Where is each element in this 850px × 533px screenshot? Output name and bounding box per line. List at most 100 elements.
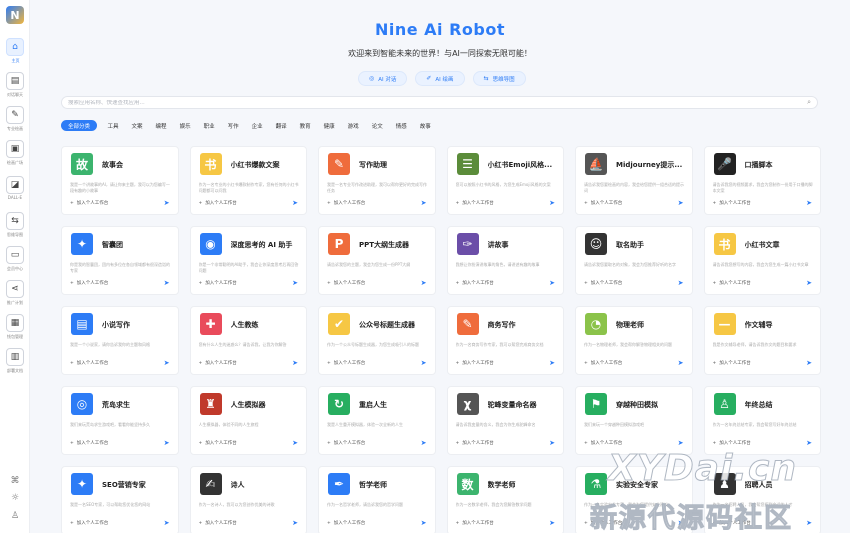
send-icon[interactable]: ➤: [806, 199, 812, 207]
sidebar-item-1[interactable]: ▤ 对话聊天: [0, 72, 30, 98]
add-to-workspace-button[interactable]: + 加入个人工作台: [456, 360, 494, 367]
add-to-workspace-button[interactable]: + 加入个人工作台: [327, 200, 365, 207]
app-card[interactable]: ◉ 深度思考的 AI 助手 你是一个非常聪明的AI助手，我会让你深度思考后再回答问题…: [189, 226, 307, 295]
send-icon[interactable]: ➤: [806, 519, 812, 527]
add-to-workspace-button[interactable]: + 加入个人工作台: [70, 520, 108, 527]
add-to-workspace-button[interactable]: + 加入个人工作台: [456, 520, 494, 527]
send-icon[interactable]: ➤: [549, 359, 555, 367]
add-to-workspace-button[interactable]: + 加入个人工作台: [327, 360, 365, 367]
app-card[interactable]: ◔ 物理老师 作为一名物理老师，我会帮你解答物理相关的问题 + 加入个人工作台 ➤: [575, 306, 693, 375]
app-card[interactable]: ♜ 人生模拟器 人生模拟器，体验不同的人生旅程 + 加入个人工作台 ➤: [189, 386, 307, 455]
add-to-workspace-button[interactable]: + 加入个人工作台: [199, 440, 237, 447]
category-tab[interactable]: 情感: [389, 120, 413, 131]
add-to-workspace-button[interactable]: + 加入个人工作台: [70, 280, 108, 287]
app-card[interactable]: ☰ 小红书Emoji风格... 您可以按照小红书的风格，为您生成Emoji风格的文案…: [446, 146, 564, 215]
add-to-workspace-button[interactable]: + 加入个人工作台: [584, 280, 622, 287]
send-icon[interactable]: ➤: [421, 199, 427, 207]
app-card[interactable]: ✒ 哲学老师 作为一名哲学老师，请告诉我您的哲学问题 + 加入个人工作台 ➤: [318, 466, 436, 533]
ai-chat-button[interactable]: ◎ AI 对话: [358, 71, 408, 86]
app-card[interactable]: — 作文辅导 我是作文辅导老师，请告诉我作文的题目和要求 + 加入个人工作台 ➤: [703, 306, 821, 375]
add-to-workspace-button[interactable]: + 加入个人工作台: [713, 440, 751, 447]
send-icon[interactable]: ➤: [678, 199, 684, 207]
sidebar-item-4[interactable]: ◪ DALL-E: [0, 176, 30, 201]
send-icon[interactable]: ➤: [421, 359, 427, 367]
send-icon[interactable]: ➤: [806, 359, 812, 367]
app-card[interactable]: 数数学老师 作为一名数学老师，我会为您解答数学问题 + 加入个人工作台 ➤: [446, 466, 564, 533]
app-card[interactable]: ⚑ 穿越种田模拟 我们来玩一个穿越种田模拟游戏吧 + 加入个人工作台 ➤: [575, 386, 693, 455]
add-to-workspace-button[interactable]: + 加入个人工作台: [713, 280, 751, 287]
app-card[interactable]: 书小红书文章 请告诉我您想写的内容，我会为您生成一篇小红书文章 + 加入个人工作台 ➤: [703, 226, 821, 295]
category-tab[interactable]: 论文: [365, 120, 389, 131]
gift-icon[interactable]: ⌘: [9, 475, 21, 487]
add-to-workspace-button[interactable]: + 加入个人工作台: [199, 360, 237, 367]
add-to-workspace-button[interactable]: + 加入个人工作台: [327, 280, 365, 287]
sidebar-item-5[interactable]: ⇆ 思维导图: [0, 212, 30, 238]
app-card[interactable]: ◎ 荒岛求生 我们来玩荒岛求生游戏吧，看看你能坚持多久 + 加入个人工作台 ➤: [61, 386, 179, 455]
settings-icon[interactable]: ☼: [9, 492, 21, 504]
app-card[interactable]: 故 故事会 我是一个讲故事的AI，请让你来主题，我可以为您编写一段有趣的小故事 + 加入…: [61, 146, 179, 215]
sidebar-item-2[interactable]: ✎ 专业绘画: [0, 106, 30, 132]
category-tab[interactable]: 教育: [293, 120, 317, 131]
app-card[interactable]: 🎤 口播脚本 请告诉我您的视频要求，我会为您制作一份用于口播的脚本文案 + 加入个人工作…: [703, 146, 821, 215]
send-icon[interactable]: ➤: [292, 199, 298, 207]
app-card[interactable]: ✔ 公众号标题生成器 作为一个公众号标题生成器，为您生成吸引人的标题 + 加入个人工作台…: [318, 306, 436, 375]
sidebar-item-3[interactable]: ▣ 绘画广场: [0, 140, 30, 166]
category-tab[interactable]: 健康: [317, 120, 341, 131]
app-card[interactable]: ✦ SEO营销专家 我是一名SEO专家，可以帮助您优化您的网站 + 加入个人工作台 ➤: [61, 466, 179, 533]
send-icon[interactable]: ➤: [806, 439, 812, 447]
app-card[interactable]: ⛵ Midjourney提示... 请告诉我您要绘画的内容，我会给您提供一组合适的提…: [575, 146, 693, 215]
send-icon[interactable]: ➤: [292, 519, 298, 527]
send-icon[interactable]: ➤: [806, 279, 812, 287]
sidebar-item-6[interactable]: ▭ 会员中心: [0, 246, 30, 272]
search-icon[interactable]: ⌕: [807, 98, 811, 107]
app-card[interactable]: χ 驼峰变量命名器 请告诉我变量的含义，我会为你生成驼峰命名 + 加入个人工作台 ➤: [446, 386, 564, 455]
category-tab[interactable]: 工具: [101, 120, 125, 131]
sidebar-item-9[interactable]: ▥ 部署文档: [0, 348, 30, 374]
send-icon[interactable]: ➤: [164, 279, 170, 287]
send-icon[interactable]: ➤: [164, 199, 170, 207]
send-icon[interactable]: ➤: [292, 359, 298, 367]
send-icon[interactable]: ➤: [164, 359, 170, 367]
app-card[interactable]: P PPT大纲生成器 请告诉我您的主题，我会为您生成一份PPT大纲 + 加入个人工作台 ➤: [318, 226, 436, 295]
add-to-workspace-button[interactable]: + 加入个人工作台: [584, 440, 622, 447]
add-to-workspace-button[interactable]: + 加入个人工作台: [327, 520, 365, 527]
add-to-workspace-button[interactable]: + 加入个人工作台: [456, 200, 494, 207]
category-tab[interactable]: 企业: [245, 120, 269, 131]
send-icon[interactable]: ➤: [549, 519, 555, 527]
app-card[interactable]: ✎ 商务写作 作为一名商务写作专家，我可以帮您完成商务文档 + 加入个人工作台 ➤: [446, 306, 564, 375]
add-to-workspace-button[interactable]: + 加入个人工作台: [584, 200, 622, 207]
category-tab[interactable]: 全部分类: [61, 120, 98, 131]
send-icon[interactable]: ➤: [292, 439, 298, 447]
ai-draw-button[interactable]: ✐ AI 绘画: [415, 71, 465, 86]
app-card[interactable]: ✑ 讲故事 我想让你扮演讲故事的角色，请讲述有趣的故事 + 加入个人工作台 ➤: [446, 226, 564, 295]
send-icon[interactable]: ➤: [421, 519, 427, 527]
app-card[interactable]: ☺ 取名助手 请告诉我您要取名的对象，我会为您推荐好听的名字 + 加入个人工作台 ➤: [575, 226, 693, 295]
search-input[interactable]: [68, 99, 808, 106]
category-tab[interactable]: 职业: [197, 120, 221, 131]
app-card[interactable]: ✚ 人生教练 您有什么人生的迷惑么？请告诉我，让我为你解答 + 加入个人工作台 ➤: [189, 306, 307, 375]
add-to-workspace-button[interactable]: + 加入个人工作台: [327, 440, 365, 447]
add-to-workspace-button[interactable]: + 加入个人工作台: [70, 360, 108, 367]
add-to-workspace-button[interactable]: + 加入个人工作台: [713, 200, 751, 207]
send-icon[interactable]: ➤: [421, 439, 427, 447]
category-tab[interactable]: 翻译: [269, 120, 293, 131]
add-to-workspace-button[interactable]: + 加入个人工作台: [713, 360, 751, 367]
app-card[interactable]: ↻ 重启人生 我是人生重开模拟器，体验一次全新的人生 + 加入个人工作台 ➤: [318, 386, 436, 455]
send-icon[interactable]: ➤: [678, 359, 684, 367]
send-icon[interactable]: ➤: [549, 279, 555, 287]
send-icon[interactable]: ➤: [292, 279, 298, 287]
app-card[interactable]: ▤ 小说写作 我是一个小说家，请你告诉我你的主题和风格 + 加入个人工作台 ➤: [61, 306, 179, 375]
add-to-workspace-button[interactable]: + 加入个人工作台: [456, 440, 494, 447]
send-icon[interactable]: ➤: [678, 439, 684, 447]
app-logo[interactable]: N: [6, 6, 24, 24]
app-card[interactable]: 书小红书爆款文案 作为一名专业的小红书爆款制作专家，您有任何的小红书问题都可以问我…: [189, 146, 307, 215]
user-icon[interactable]: ♙: [9, 510, 21, 522]
sidebar-item-0[interactable]: ⌂ 主页: [0, 38, 30, 64]
add-to-workspace-button[interactable]: + 加入个人工作台: [70, 200, 108, 207]
send-icon[interactable]: ➤: [421, 279, 427, 287]
sidebar-item-8[interactable]: ▦ 钱包管理: [0, 314, 30, 340]
mindmap-button[interactable]: ⇆ 思维导图: [472, 71, 526, 86]
category-tab[interactable]: 娱乐: [173, 120, 197, 131]
add-to-workspace-button[interactable]: + 加入个人工作台: [199, 280, 237, 287]
send-icon[interactable]: ➤: [678, 279, 684, 287]
